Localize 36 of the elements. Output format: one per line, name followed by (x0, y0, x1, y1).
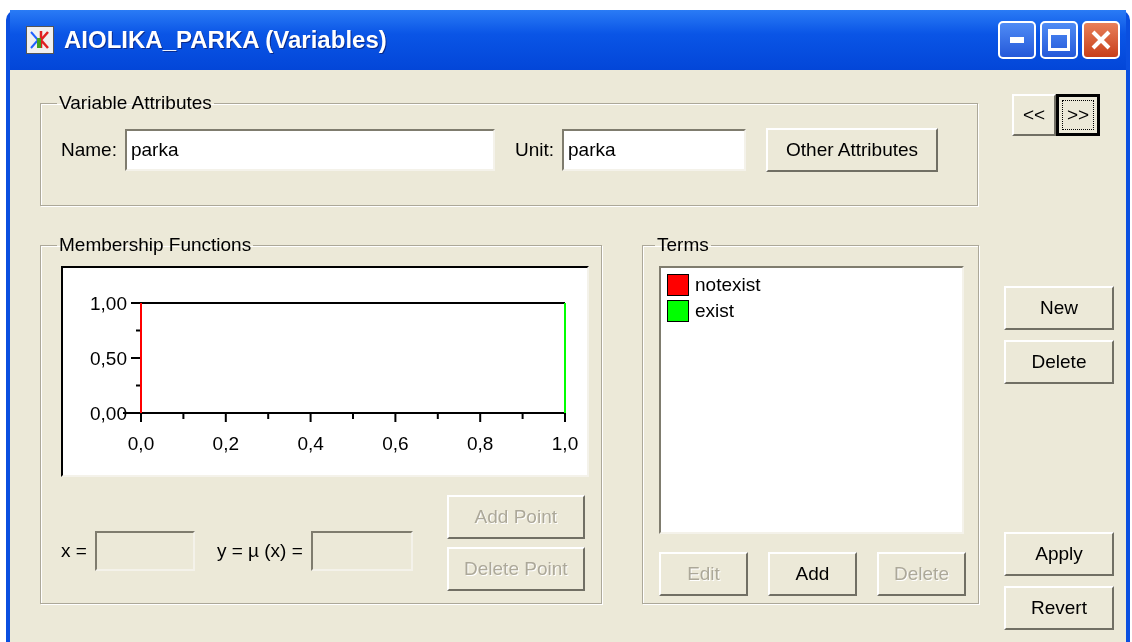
side-button[interactable]: Revert (1004, 586, 1114, 630)
term-item[interactable]: exist (695, 300, 735, 322)
unit-label: Unit: (514, 139, 555, 161)
x-tick-label: 0,6 (382, 433, 409, 454)
unit-field[interactable]: parka (562, 129, 747, 171)
close-icon (1090, 29, 1112, 51)
side-button[interactable]: Delete (1004, 340, 1114, 384)
close-button[interactable] (1082, 21, 1120, 59)
group-label: Membership Functions (58, 234, 253, 256)
x-tick-label: 0,0 (127, 433, 155, 454)
y-label: y = µ (x) = (216, 540, 303, 562)
side-button[interactable]: Apply (1004, 532, 1114, 576)
group-label: Variable Attributes (58, 92, 213, 114)
minimize-button[interactable] (998, 21, 1036, 59)
other-attributes-button[interactable]: Other Attributes (766, 128, 939, 172)
x-label: x = (61, 540, 87, 562)
nav-button[interactable]: >> (1056, 94, 1100, 136)
y-tick-label: 0,00 (90, 403, 127, 424)
side-button[interactable]: New (1004, 286, 1114, 330)
x-tick-label: 0,4 (297, 433, 324, 454)
x-tick-label: 0,8 (467, 433, 494, 454)
term-item[interactable]: notexist (695, 274, 761, 296)
x-tick-label: 1,0 (551, 433, 579, 454)
name-label: Name: (61, 139, 117, 161)
x-tick-label: 0,2 (212, 433, 239, 454)
y-tick-label: 0,50 (90, 348, 127, 369)
group-label: Terms (656, 234, 710, 256)
window-title: AIOLIKA_PARKA (Variables) (64, 26, 388, 54)
nav-button[interactable]: << (1012, 94, 1056, 136)
minimize-icon (1010, 37, 1024, 43)
name-field[interactable]: parka (124, 129, 495, 171)
y-tick-label: 1,00 (90, 293, 127, 314)
maximize-button[interactable] (1040, 21, 1078, 59)
maximize-icon (1048, 29, 1070, 51)
app-icon (26, 26, 54, 54)
term-button[interactable]: Add (768, 552, 857, 596)
